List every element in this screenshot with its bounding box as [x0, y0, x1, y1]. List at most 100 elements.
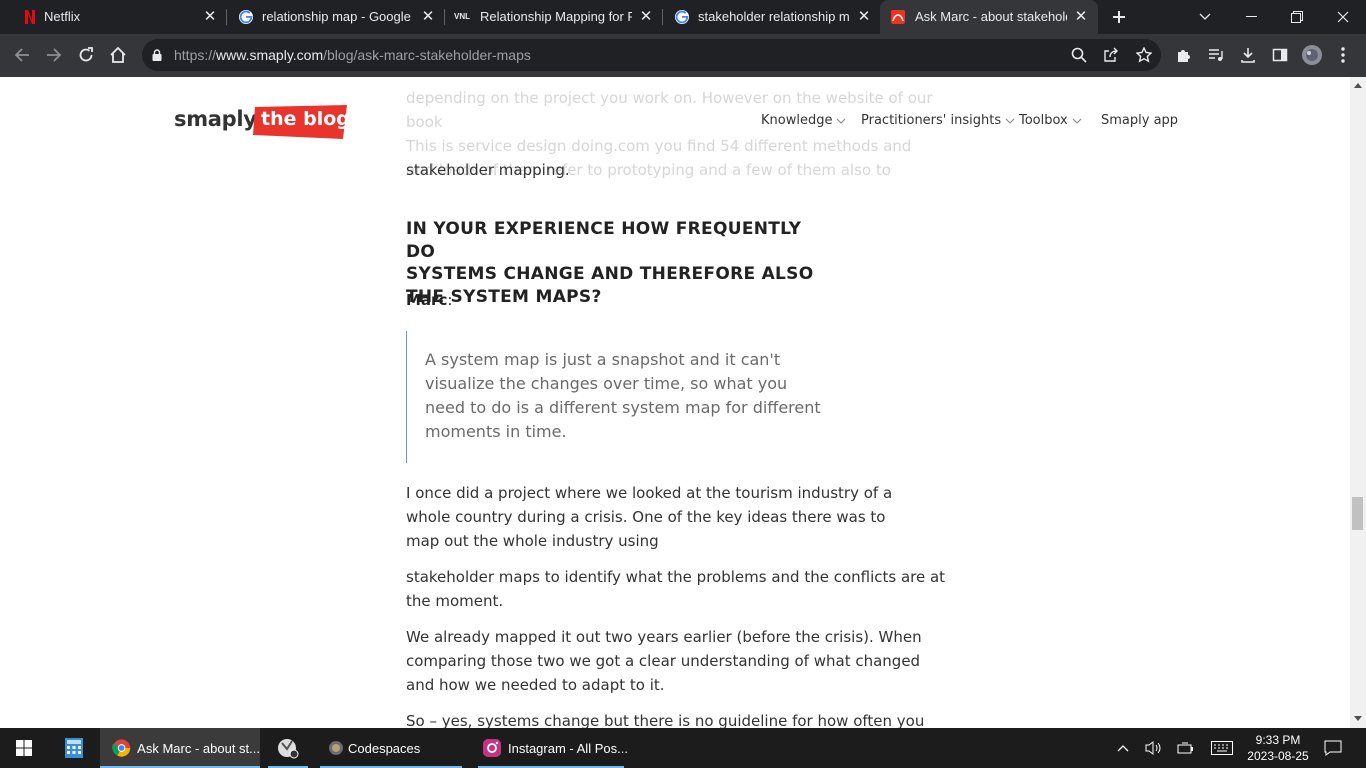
smaply-icon — [891, 10, 905, 24]
speaker-label: Marc: — [406, 291, 452, 309]
close-icon — [1337, 11, 1349, 23]
paragraph-tourism-project: I once did a project where we looked at … — [406, 484, 893, 550]
tab-close-icon[interactable]: ✕ — [202, 9, 218, 25]
speaker-colon: : — [447, 291, 453, 309]
minimize-button[interactable] — [1228, 0, 1274, 34]
share-button[interactable] — [1098, 42, 1124, 68]
scroll-down-icon[interactable] — [1354, 716, 1362, 722]
blockquote-border — [406, 331, 407, 463]
close-window-button[interactable] — [1320, 0, 1366, 34]
download-icon — [1241, 48, 1255, 63]
clock[interactable]: 9:33 PM 2023-08-25 — [1244, 728, 1312, 768]
bookmark-button[interactable] — [1131, 42, 1157, 68]
taskbar-app-label: Instagram - All Pos... — [508, 740, 628, 756]
tab-close-icon[interactable]: ✕ — [420, 9, 436, 25]
scroll-up-icon[interactable] — [1354, 82, 1362, 88]
tab-title: stakeholder relationship map — [698, 9, 850, 24]
tab-relationship-mapping[interactable]: VNL Relationship Mapping for Pul ✕ — [444, 0, 662, 34]
taskbar-instagram[interactable]: Instagram - All Pos... — [474, 728, 628, 768]
chevron-up-icon — [1117, 745, 1129, 752]
profile-button[interactable] — [1299, 42, 1325, 68]
taskbar-calculator[interactable] — [52, 728, 96, 768]
paragraph-systems-change: So – yes, systems change but there is no… — [406, 712, 925, 728]
lock-icon[interactable] — [152, 49, 162, 61]
tab-google-stakeholder-map[interactable]: stakeholder relationship map ✕ — [662, 0, 880, 34]
reload-icon — [79, 47, 93, 62]
nav-toolbox[interactable]: Toolbox — [1019, 113, 1082, 128]
instagram-icon — [483, 739, 501, 757]
taskbar-app-label: Ask Marc - about st... — [137, 740, 260, 756]
faded-line: This is service design doing.com you fin… — [406, 137, 912, 155]
url-path: /blog/ask-marc-stakeholder-maps — [323, 47, 531, 63]
arrow-right-icon — [47, 48, 62, 62]
tab-close-icon[interactable]: ✕ — [856, 9, 872, 25]
url-text[interactable]: https://www.smaply.com/blog/ask-marc-sta… — [174, 47, 531, 63]
app-icon — [278, 739, 299, 759]
puzzle-icon — [1178, 50, 1190, 62]
minimize-icon — [1245, 16, 1257, 17]
clock-date: 2023-08-25 — [1247, 749, 1309, 763]
tab-title: relationship map - Google Se — [262, 9, 414, 24]
show-hidden-icons-button[interactable] — [1112, 728, 1134, 768]
chrome-icon — [112, 739, 131, 757]
arrow-left-icon — [14, 48, 29, 62]
media-button[interactable] — [1203, 42, 1229, 68]
chrome-menu-button[interactable] — [1333, 42, 1353, 68]
back-button[interactable] — [9, 42, 35, 68]
netflix-icon — [25, 10, 35, 24]
nav-smaply-app[interactable]: Smaply app — [1101, 113, 1178, 128]
chevron-down-icon — [837, 118, 846, 124]
taskbar-chrome-ask-marc[interactable]: Ask Marc - about st... — [100, 728, 260, 768]
heading-line: SYSTEMS CHANGE AND THEREFORE ALSO — [406, 264, 814, 284]
home-icon — [110, 46, 126, 63]
tab-ask-marc[interactable]: Ask Marc - about stakeholde ✕ — [880, 0, 1098, 34]
calculator-icon — [65, 738, 83, 758]
codespaces-icon — [329, 741, 343, 755]
paragraph-mapped-earlier: We already mapped it out two years earli… — [406, 628, 922, 694]
start-button[interactable] — [0, 728, 48, 768]
battery-button[interactable] — [1174, 728, 1198, 768]
new-tab-button[interactable] — [1106, 0, 1132, 34]
tab-search-button[interactable] — [1182, 0, 1228, 34]
tab-google-relationship-map[interactable]: relationship map - Google Se ✕ — [226, 0, 444, 34]
taskbar-codespaces[interactable]: Codespaces — [316, 728, 466, 768]
nav-practitioners-insights[interactable]: Practitioners' insights — [861, 113, 1015, 128]
tab-close-icon[interactable]: ✕ — [1073, 9, 1089, 25]
taskbar-app-alt[interactable] — [264, 728, 312, 768]
side-panel-button[interactable] — [1267, 42, 1293, 68]
tab-title: Relationship Mapping for Pul — [480, 9, 632, 24]
smaply-logo-text[interactable]: smaply — [174, 107, 257, 131]
reload-button[interactable] — [73, 42, 99, 68]
taskbar-app-label: Codespaces — [348, 740, 421, 756]
google-icon — [675, 10, 689, 24]
heading-line: THE SYSTEM MAPS? — [406, 286, 602, 307]
google-icon — [239, 10, 253, 24]
heading-line: IN YOUR EXPERIENCE HOW FREQUENTLY DO — [406, 219, 802, 262]
tab-netflix[interactable]: Netflix ✕ — [8, 0, 226, 34]
scrollbar-thumb[interactable] — [1352, 497, 1363, 530]
downloads-button[interactable] — [1235, 42, 1261, 68]
volume-icon — [1145, 741, 1161, 755]
forward-button[interactable] — [41, 42, 67, 68]
restore-button[interactable] — [1274, 0, 1320, 34]
zoom-button[interactable] — [1066, 42, 1092, 68]
nav-label: Smaply app — [1101, 113, 1179, 128]
url-host: www.smaply.com — [216, 47, 324, 63]
plus-icon — [1113, 11, 1125, 23]
blockquote-text: A system map is just a snapshot and it c… — [425, 350, 821, 441]
blog-badge-label[interactable]: the blog — [261, 108, 350, 130]
paragraph-stakeholder-maps: stakeholder maps to identify what the pr… — [406, 568, 946, 610]
nav-knowledge[interactable]: Knowledge — [761, 113, 846, 128]
battery-icon — [1177, 742, 1193, 754]
extensions-button[interactable] — [1171, 42, 1197, 68]
restore-icon — [1291, 11, 1303, 23]
page-scrollbar[interactable] — [1350, 77, 1366, 728]
keyboard-icon — [1211, 741, 1233, 755]
nav-label: Toolbox — [1019, 113, 1068, 128]
notifications-button[interactable] — [1318, 728, 1348, 768]
tab-close-icon[interactable]: ✕ — [638, 9, 654, 25]
touch-keyboard-button[interactable] — [1208, 728, 1236, 768]
volume-button[interactable] — [1142, 728, 1166, 768]
home-button[interactable] — [105, 42, 131, 68]
clock-time: 9:33 PM — [1255, 733, 1301, 747]
